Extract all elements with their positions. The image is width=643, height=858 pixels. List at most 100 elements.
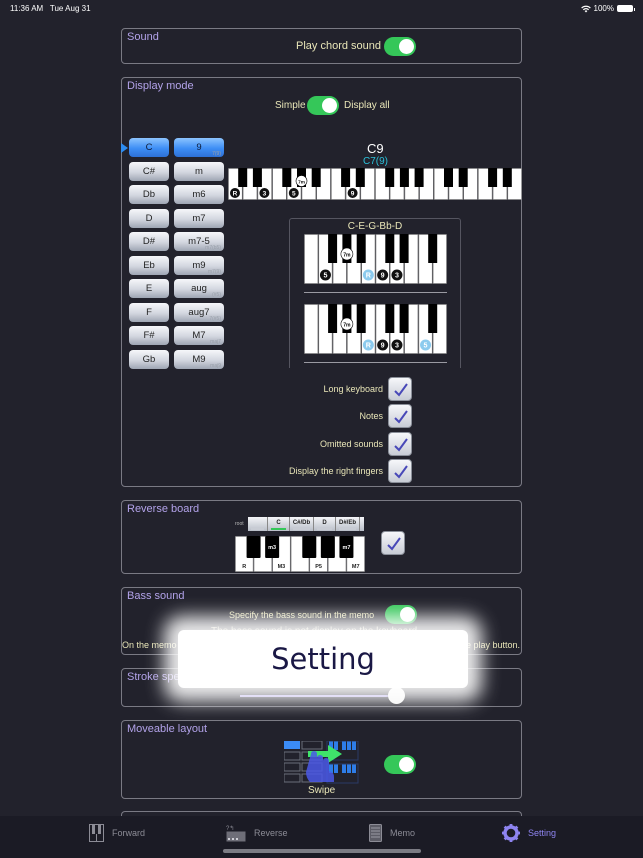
tab-underline (271, 528, 286, 530)
quality-label: aug7 (188, 306, 210, 318)
quality-button[interactable]: M9 maj9 (174, 349, 224, 369)
quality-button[interactable]: m7-5 m7(b5) (174, 232, 224, 251)
reverse-root-tab[interactable]: D#/Eb (336, 517, 360, 531)
root-button-f[interactable]: F (129, 302, 169, 322)
slider-thumb[interactable] (387, 687, 405, 704)
memo-icon (369, 824, 382, 842)
black-key (385, 234, 395, 263)
selection-arrow-icon (121, 143, 128, 153)
reverse-root-tab[interactable]: C (268, 517, 290, 531)
black-key (320, 536, 335, 558)
reverse-root-tab[interactable]: D (314, 517, 336, 531)
status-time: 11:36 AM Tue Aug 31 (10, 4, 91, 13)
quality-button[interactable]: aug7 7(#5) (174, 302, 224, 322)
quality-sublabel: 7(#5) (209, 315, 221, 322)
root-button-csharp[interactable]: C# (129, 161, 169, 181)
voicing-keyboard[interactable]: 5 7m R 9 3 (304, 234, 447, 284)
quality-sublabel: 7(9) (212, 151, 221, 157)
quality-button[interactable]: aug (#5) (174, 279, 224, 298)
option-label: Notes (359, 411, 383, 422)
black-key (502, 168, 512, 187)
status-right: 100% (580, 4, 635, 13)
battery-percent: 100% (593, 4, 614, 13)
root-button-gb[interactable]: Gb (129, 349, 169, 369)
simple-label: Simple (275, 100, 306, 111)
note-marker: 5 (319, 269, 331, 281)
svg-text:5: 5 (424, 341, 428, 349)
quality-button[interactable]: m (174, 161, 224, 181)
root-button-eb[interactable]: Eb (129, 255, 169, 275)
status-bar: 11:36 AM Tue Aug 31 100% (0, 0, 643, 18)
svg-text:R: R (366, 271, 372, 279)
root-button-e[interactable]: E (129, 279, 169, 298)
chord-name: C9 (367, 141, 384, 156)
quality-label: aug (191, 283, 207, 294)
reverse-root-tab[interactable] (248, 517, 268, 531)
stroke-speed-slider[interactable] (240, 687, 405, 704)
quality-button[interactable]: m7 (174, 208, 224, 228)
quality-label: m7 (192, 212, 206, 224)
black-key (428, 304, 438, 333)
white-key-label: R (242, 564, 246, 570)
tab-memo[interactable]: Memo (369, 824, 415, 842)
root-button-fsharp[interactable]: F# (129, 326, 169, 345)
quality-button[interactable]: m6 (174, 185, 224, 204)
divider (304, 292, 447, 293)
reverse-board-checkbox[interactable] (381, 531, 405, 555)
tab-setting[interactable]: Setting (502, 824, 556, 842)
voicing-box: C-E-G-Bb-D 5 7m R 9 3 7m R 9 3 5 (289, 218, 461, 368)
note-marker: 9 (347, 188, 358, 198)
display-all-toggle[interactable] (307, 96, 339, 115)
play-chord-label: Play chord sound (296, 40, 381, 52)
tab-forward[interactable]: Forward (89, 824, 145, 842)
reverse-piano-icon: ?↰ (226, 825, 246, 842)
specify-bass-toggle[interactable] (385, 605, 417, 624)
checkmark-icon (394, 465, 408, 479)
sound-title: Sound (127, 31, 159, 43)
black-key (428, 234, 438, 263)
quality-button[interactable]: m9 m7(9) (174, 255, 224, 275)
display-mode-panel: Display mode Simple Display all C C# Db D D#… (121, 77, 522, 487)
root-label: root (235, 521, 244, 527)
play-chord-toggle[interactable] (384, 37, 416, 56)
note-marker: R (230, 188, 240, 198)
checkmark-icon (394, 410, 408, 424)
specify-bass-label: Specify the bass sound in the memo (229, 610, 375, 620)
root-button-d[interactable]: D (129, 208, 169, 228)
option-checkbox[interactable] (388, 404, 412, 429)
long-keyboard[interactable]: R 3 5 7m 9 (228, 168, 522, 200)
quality-sublabel: maj7 (210, 339, 221, 345)
quality-button[interactable]: M7 maj7 (174, 326, 224, 345)
root-button-c[interactable]: C (129, 138, 169, 157)
voicing-notes: C-E-G-Bb-D (347, 221, 403, 232)
tab-underline (339, 528, 356, 530)
svg-text:9: 9 (351, 190, 355, 197)
voicing-keyboard[interactable]: 7m R 9 3 5 (304, 304, 447, 354)
black-key (356, 304, 366, 333)
black-key (282, 168, 292, 187)
root-button-db[interactable]: Db (129, 185, 169, 204)
svg-text:3: 3 (263, 190, 267, 197)
reverse-keyboard[interactable]: R M3 P5 M7 m3 m7 (235, 536, 365, 572)
svg-text:3: 3 (395, 341, 399, 349)
option-checkbox[interactable] (388, 431, 412, 456)
tab-reverse[interactable]: ?↰ Reverse (226, 824, 288, 842)
svg-text:9: 9 (381, 341, 385, 349)
moveable-layout-toggle[interactable] (384, 755, 416, 774)
note-marker: R (362, 269, 374, 281)
reverse-root-tab[interactable]: C#/Db (290, 517, 314, 531)
note-marker: 9 (377, 339, 389, 351)
white-key-label: M7 (352, 564, 360, 570)
root-button-dsharp[interactable]: D# (129, 232, 169, 251)
setting-overlay: Setting (178, 630, 468, 688)
quality-button[interactable]: 9 7(9) (174, 138, 224, 157)
black-key (444, 168, 453, 187)
checkmark-icon (394, 383, 408, 397)
option-checkbox[interactable] (388, 458, 412, 483)
quality-label: M7 (192, 330, 206, 341)
swipe-caption: Swipe (308, 785, 336, 796)
moveable-layout-title: Moveable layout (127, 723, 208, 735)
option-checkbox[interactable] (388, 377, 412, 401)
black-key (252, 168, 262, 187)
note-marker: 5 (288, 188, 299, 198)
